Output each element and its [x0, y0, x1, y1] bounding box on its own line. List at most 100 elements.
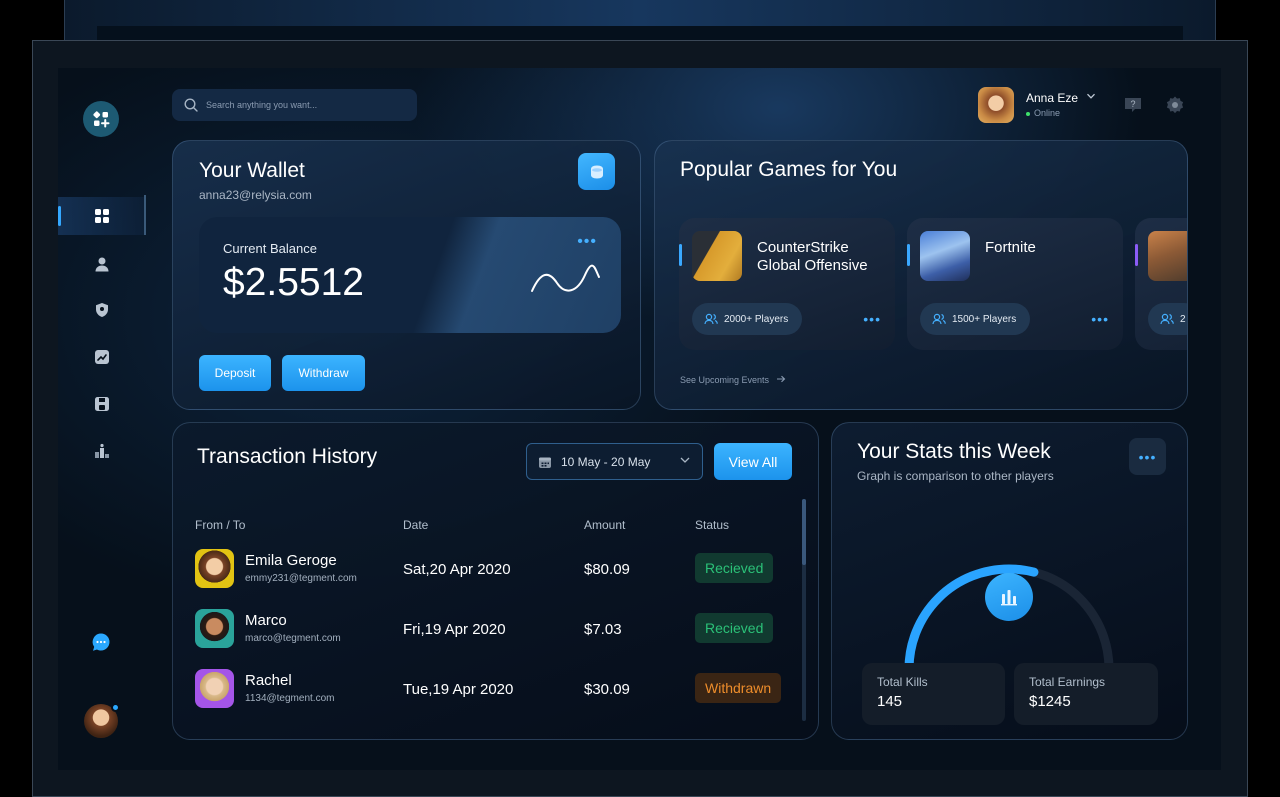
date-range-value: 10 May - 20 May — [561, 454, 651, 469]
help-icon: ? — [1125, 98, 1141, 112]
players-icon — [704, 313, 718, 325]
total-earnings-panel: Total Earnings $1245 — [1014, 663, 1158, 725]
bar-chart-icon — [985, 573, 1033, 621]
contact-name: Marco — [245, 612, 287, 629]
total-kills-label: Total Kills — [877, 675, 928, 689]
table-row[interactable]: Emila Geroge emmy231@tegment.com Sat,20 … — [195, 547, 795, 591]
transaction-amount: $30.09 — [584, 681, 630, 698]
dashboard-icon — [95, 209, 109, 223]
game-card[interactable]: 2 — [1135, 218, 1187, 350]
transactions-title: Transaction History — [197, 445, 378, 468]
arrow-right-icon — [776, 375, 785, 383]
transaction-amount: $80.09 — [584, 561, 630, 578]
contact-email: 1134@tegment.com — [245, 693, 335, 704]
wallet-button[interactable] — [578, 153, 615, 190]
nav-ranking[interactable] — [58, 432, 146, 470]
help-button[interactable]: ? — [1122, 94, 1144, 116]
wallet-email: anna23@relysia.com — [199, 188, 312, 202]
chevron-down-icon[interactable] — [1086, 91, 1096, 104]
players-icon — [1160, 313, 1174, 325]
players-badge: 2000+ Players — [692, 303, 803, 335]
nav-saved[interactable] — [58, 385, 146, 423]
transaction-date: Fri,19 Apr 2020 — [403, 621, 506, 638]
search-input[interactable] — [206, 100, 406, 110]
shield-icon — [96, 303, 108, 317]
scrollbar[interactable] — [802, 499, 806, 721]
date-range-picker[interactable]: 10 May - 20 May — [526, 443, 703, 480]
column-header-amount: Amount — [584, 518, 626, 532]
status-badge: Recieved — [695, 613, 774, 643]
game-more-button[interactable]: ••• — [863, 311, 881, 327]
total-earnings-value: $1245 — [1029, 693, 1071, 710]
chevron-down-icon — [680, 457, 690, 463]
game-name: Fortnite — [985, 239, 1036, 256]
players-icon — [932, 313, 946, 325]
stats-more-button[interactable]: ••• — [1129, 438, 1166, 475]
scrollbar-thumb[interactable] — [802, 499, 806, 565]
gear-icon — [1166, 96, 1184, 114]
transaction-date: Tue,19 Apr 2020 — [403, 681, 514, 698]
column-header-date: Date — [403, 518, 429, 532]
game-thumbnail — [1148, 231, 1187, 281]
transaction-amount: $7.03 — [584, 621, 622, 638]
wallet-icon — [590, 165, 603, 178]
games-title: Popular Games for You — [680, 158, 898, 181]
stats-subtitle: Graph is comparison to other players — [857, 469, 1054, 483]
withdraw-button[interactable]: Withdraw — [282, 355, 365, 391]
game-card[interactable]: CounterStrike Global Offensive 2000+ Pla… — [679, 218, 895, 350]
user-avatar — [978, 87, 1014, 123]
status-badge: Withdrawn — [695, 673, 782, 703]
chat-icon — [92, 633, 110, 651]
table-row[interactable]: Marco marco@tegment.com Fri,19 Apr 2020 … — [195, 607, 795, 651]
transaction-date: Sat,20 Apr 2020 — [403, 561, 511, 578]
game-name: CounterStrike Global Offensive — [757, 239, 868, 274]
settings-button[interactable] — [1164, 94, 1186, 116]
view-all-button[interactable]: View All — [714, 443, 792, 480]
game-thumbnail — [920, 231, 970, 281]
wallet-title: Your Wallet — [199, 159, 305, 182]
game-card[interactable]: Fortnite 1500+ Players ••• — [907, 218, 1123, 350]
notification-dot — [111, 703, 120, 712]
contact-name: Rachel — [245, 672, 292, 689]
stats-title: Your Stats this Week — [857, 440, 1051, 463]
logo-icon — [93, 111, 110, 128]
save-icon — [95, 397, 109, 411]
chart-icon — [95, 350, 109, 364]
contact-email: marco@tegment.com — [245, 633, 341, 644]
game-thumbnail — [692, 231, 742, 281]
balance-label: Current Balance — [223, 241, 317, 256]
search-icon — [184, 98, 198, 112]
players-badge: 2 — [1148, 303, 1187, 335]
contact-email: emmy231@tegment.com — [245, 573, 357, 584]
contact-name: Emila Geroge — [245, 552, 337, 569]
sidebar — [58, 68, 146, 770]
nav-dashboard[interactable] — [58, 195, 146, 235]
deposit-button[interactable]: Deposit — [199, 355, 271, 391]
balance-more-button[interactable]: ••• — [577, 233, 597, 251]
see-events-label: See Upcoming Events — [680, 375, 770, 385]
avatar — [195, 549, 234, 588]
table-row[interactable]: Rachel 1134@tegment.com Tue,19 Apr 2020 … — [195, 667, 795, 711]
svg-text:?: ? — [1130, 99, 1135, 109]
app-logo[interactable] — [83, 101, 119, 137]
players-count: 1500+ Players — [952, 313, 1017, 325]
nav-analytics[interactable] — [58, 338, 146, 376]
see-upcoming-events-link[interactable]: See Upcoming Events — [680, 375, 786, 385]
game-accent — [907, 244, 910, 266]
calendar-icon — [539, 457, 551, 468]
total-kills-value: 145 — [877, 693, 903, 710]
chat-button[interactable] — [91, 632, 111, 652]
total-kills-panel: Total Kills 145 — [862, 663, 1005, 725]
avatar — [195, 609, 234, 648]
sidebar-avatar[interactable] — [84, 703, 120, 738]
wallet-card: Your Wallet anna23@relysia.com Current B… — [172, 140, 641, 410]
game-more-button[interactable]: ••• — [1091, 311, 1109, 327]
search-bar[interactable] — [172, 89, 417, 121]
weekly-stats-card: Your Stats this Week Graph is comparison… — [831, 422, 1188, 740]
user-status: Online — [1026, 108, 1060, 118]
nav-security[interactable] — [58, 291, 146, 329]
user-menu[interactable]: Anna Eze Online — [978, 86, 1118, 124]
column-header-status: Status — [695, 518, 730, 532]
players-count: 2 — [1180, 313, 1186, 325]
nav-profile[interactable] — [58, 245, 146, 283]
